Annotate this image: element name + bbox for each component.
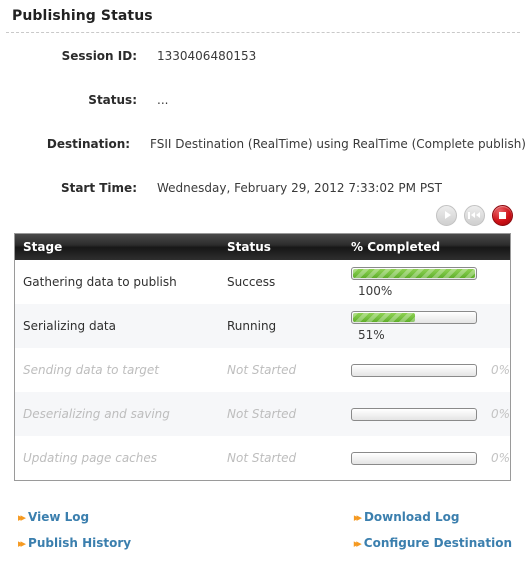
cell-progress: 100% [351,266,510,298]
progress-bar-fill [353,268,475,278]
cell-stage: Deserializing and saving [23,407,170,421]
cell-progress: 0% [351,363,510,377]
info-row-status: Status: ... [0,86,526,130]
cell-status: Success [227,275,276,289]
publishing-status-table: Stage Status % Completed Gathering data … [14,233,511,481]
info-label-status: Status: [88,93,137,107]
column-header-completed: % Completed [351,240,441,254]
info-label-start-time: Start Time: [60,181,137,195]
progress-bar [351,266,477,280]
rewind-icon [468,211,481,219]
info-label-destination: Destination: [46,137,131,151]
publish-history-label: Publish History [28,536,132,551]
table-row: Sending data to target Not Started 0% [15,348,510,392]
links-row-bottom: ▸▸ Publish History ▸▸ Configure Destinat… [18,530,512,556]
double-chevron-right-icon: ▸▸ [18,536,26,550]
cell-progress: 0% [351,451,510,465]
info-value-status: ... [157,93,169,107]
stop-icon [499,211,506,219]
double-chevron-right-icon: ▸▸ [353,510,362,524]
double-chevron-right-icon: ▸▸ [18,510,26,524]
progress-bar-fill [353,312,416,322]
links-area: ▸▸ View Log ▸▸ Download Log ▸▸ Publish H… [0,504,526,556]
cell-stage: Serializing data [23,319,116,333]
info-label-session-id: Session ID: [61,49,137,63]
publish-history-link[interactable]: ▸▸ Publish History [18,536,131,550]
table-row: Updating page caches Not Started 0% [15,436,510,480]
progress-percent-label: 0% [490,363,510,377]
info-value-destination: FSII Destination (RealTime) using RealTi… [150,137,526,151]
info-row-destination: Destination: FSII Destination (RealTime)… [0,130,526,174]
progress-bar [351,363,477,377]
double-chevron-right-icon: ▸▸ [353,536,362,550]
column-header-status: Status [227,240,271,254]
cell-progress: 51% [351,310,510,342]
rewind-button[interactable] [464,204,485,226]
progress-bar [351,310,477,324]
cell-stage: Sending data to target [23,363,159,377]
progress-percent-label: 51% [358,327,385,342]
info-row-session-id: Session ID: 1330406480153 [0,42,526,86]
view-log-link[interactable]: ▸▸ View Log [18,510,89,524]
configure-destination-label: Configure Destination [363,536,512,551]
column-header-stage: Stage [23,240,63,254]
progress-percent-label: 0% [490,407,510,421]
links-row-top: ▸▸ View Log ▸▸ Download Log [18,504,512,530]
view-log-label: View Log [28,510,90,525]
page-title: Publishing Status [12,8,153,24]
play-button[interactable] [436,204,457,226]
play-icon [444,211,451,219]
cell-progress: 0% [351,407,510,421]
table-row: Serializing data Running 51% [15,304,510,348]
info-value-start-time: Wednesday, February 29, 2012 7:33:02 PM … [157,181,443,195]
progress-percent-label: 0% [490,451,510,465]
progress-bar [351,407,477,421]
cell-status: Not Started [227,406,297,421]
download-log-link[interactable]: ▸▸ Download Log [354,510,460,524]
cell-stage: Updating page caches [23,451,158,465]
table-row: Gathering data to publish Success 100% [15,260,510,304]
cell-status: Not Started [227,362,297,377]
cell-status: Not Started [227,450,297,465]
info-value-session-id: 1330406480153 [157,49,257,63]
progress-bar [351,451,477,465]
configure-destination-link[interactable]: ▸▸ Configure Destination [354,536,512,550]
cell-status: Running [227,319,277,333]
info-block: Session ID: 1330406480153 Status: ... De… [0,33,526,218]
progress-percent-label: 100% [358,283,393,298]
stop-button[interactable] [492,204,513,226]
cell-stage: Gathering data to publish [23,275,177,289]
download-log-label: Download Log [363,510,460,525]
table-row: Deserializing and saving Not Started 0% [15,392,510,436]
transport-controls [0,203,526,227]
table-header-row: Stage Status % Completed [15,234,510,260]
